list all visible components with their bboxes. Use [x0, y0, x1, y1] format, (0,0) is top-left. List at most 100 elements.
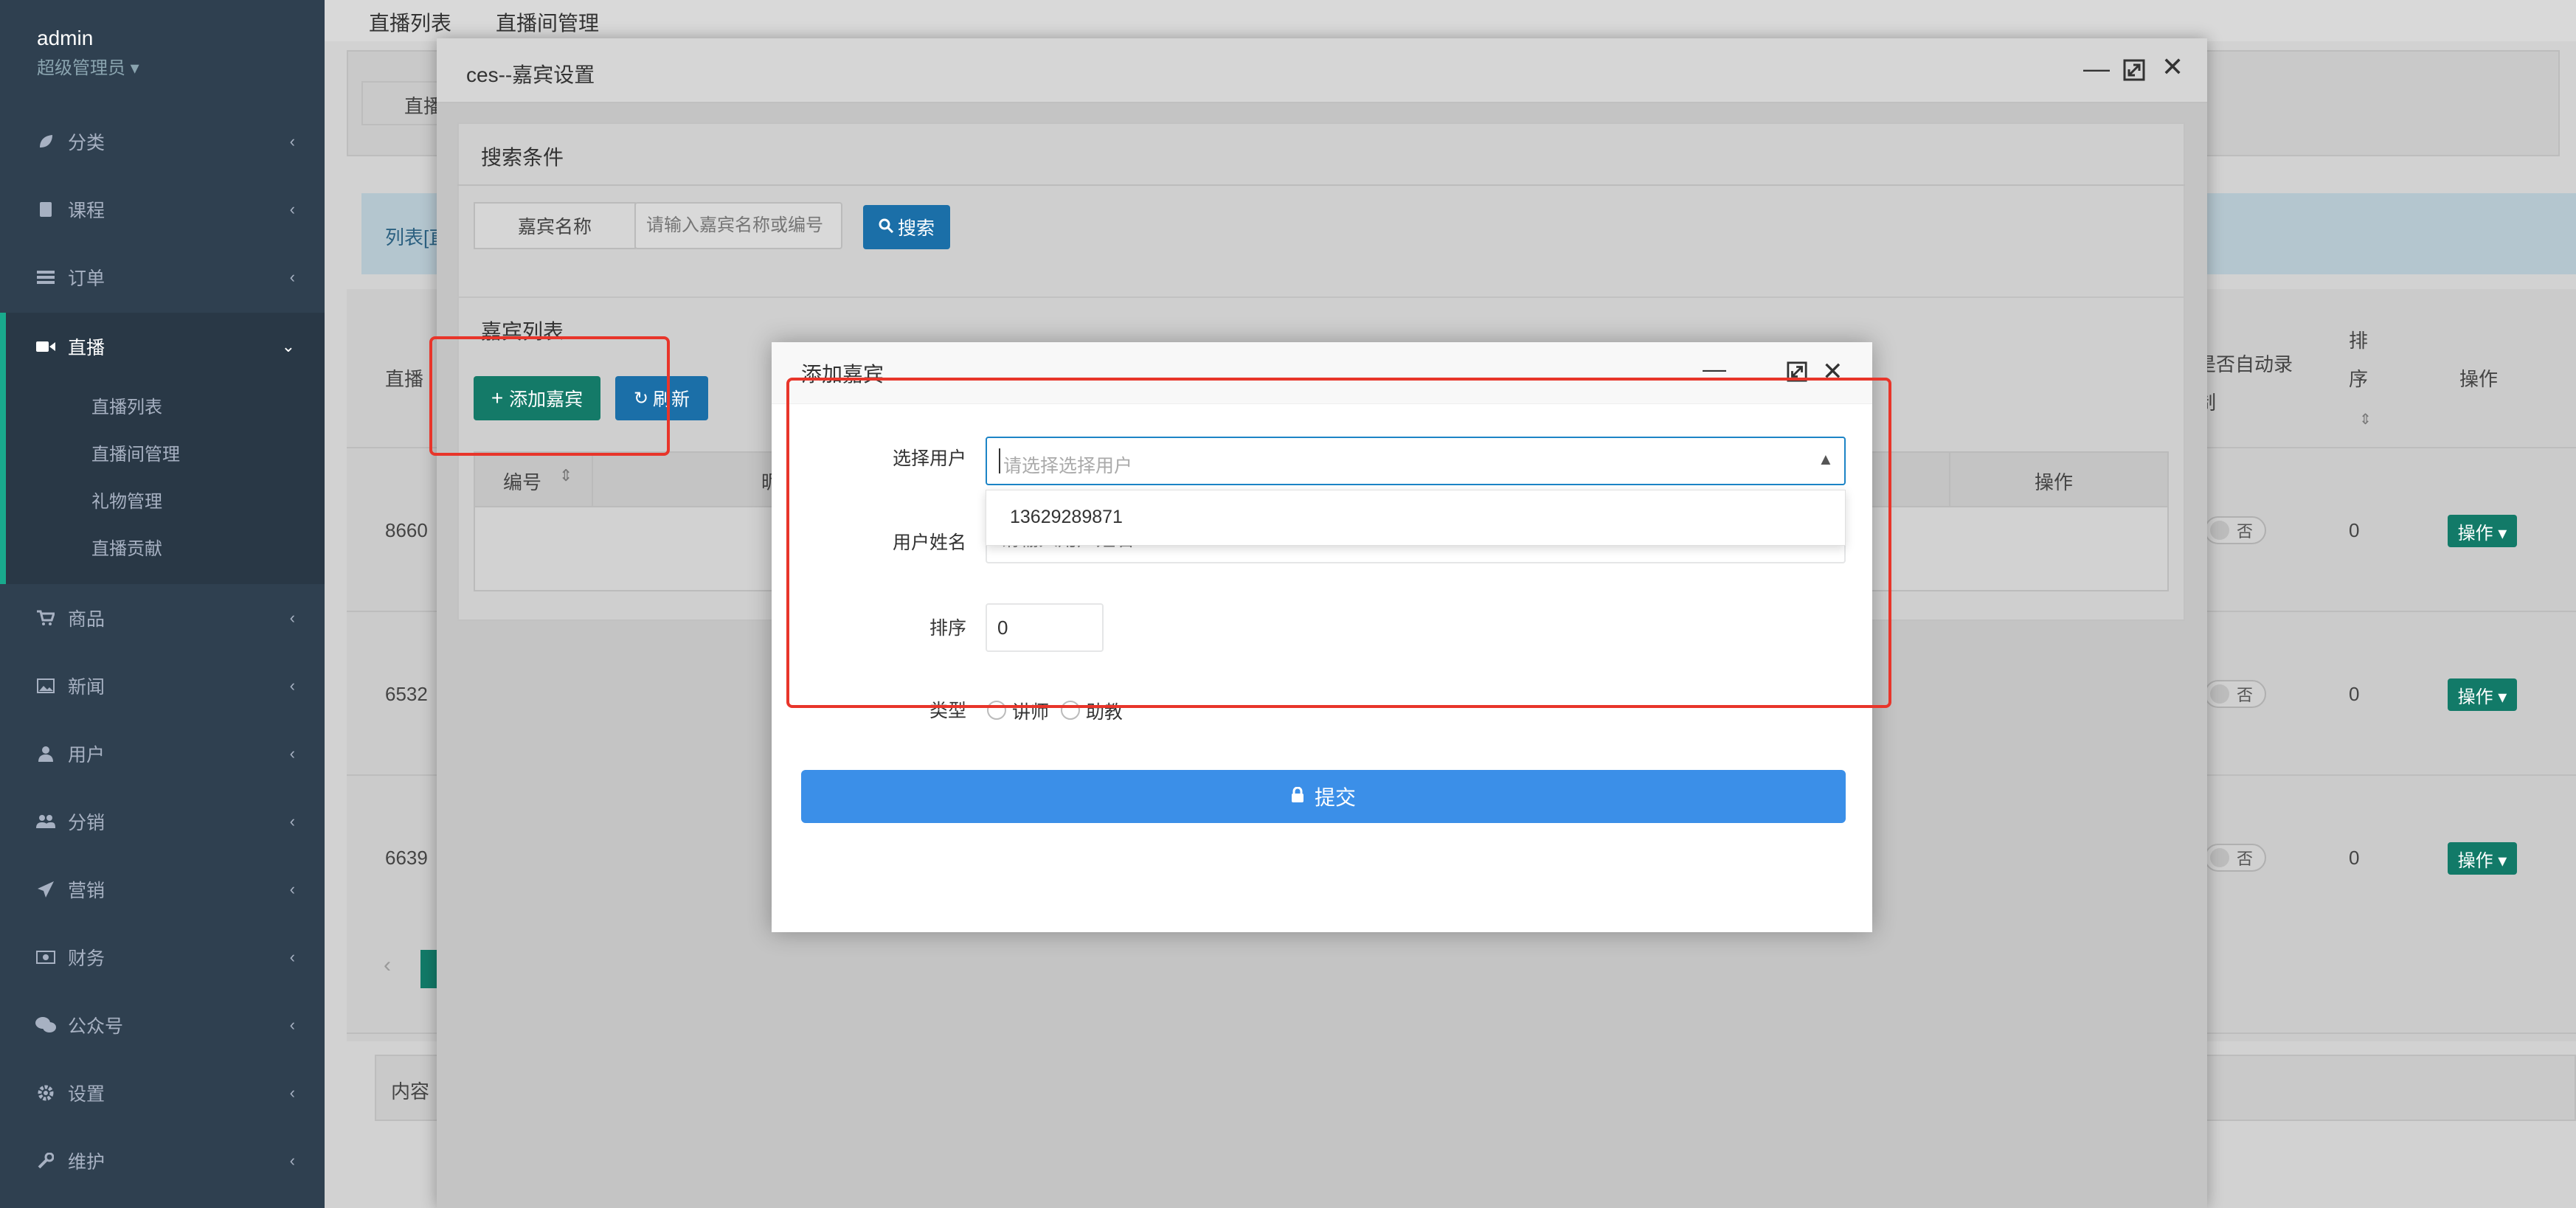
- bg-col-live: 直播: [385, 368, 424, 390]
- chevron-left-icon: ‹: [289, 744, 295, 763]
- sidebar-item-order[interactable]: 订单 ‹: [0, 243, 325, 311]
- money-icon: [35, 947, 56, 968]
- send-icon: [35, 879, 56, 900]
- sort-arrows-icon[interactable]: ⇕: [559, 466, 572, 485]
- sidebar-item-label: 课程: [68, 201, 105, 221]
- bg-row-id: 8660: [385, 519, 428, 541]
- search-button-label: 搜索: [897, 218, 935, 239]
- submit-label: 提交: [1314, 786, 1356, 809]
- col-id-header[interactable]: 编号: [503, 468, 541, 495]
- wrench-icon: [35, 1150, 56, 1171]
- pagination-prev-icon[interactable]: ‹: [384, 953, 391, 978]
- sidebar-item-course[interactable]: 课程 ‹: [0, 176, 325, 243]
- chevron-left-icon: ‹: [289, 200, 295, 218]
- chevron-left-icon: ‹: [289, 132, 295, 150]
- modal-titlebar: [437, 38, 2207, 103]
- sidebar-item-finance[interactable]: 财务 ‹: [0, 923, 325, 991]
- submenu-item-contribution[interactable]: 直播贡献: [91, 534, 162, 560]
- chevron-left-icon: ‹: [289, 1016, 295, 1034]
- top-tab-bar: [325, 0, 2576, 41]
- bg-row-id: 6532: [385, 683, 428, 705]
- bg-row-sort: 0: [2349, 683, 2360, 705]
- sidebar-item-label: 分类: [68, 133, 105, 153]
- sidebar-item-wechat[interactable]: 公众号 ‹: [0, 991, 325, 1059]
- sidebar-item-label: 财务: [68, 948, 105, 969]
- search-label: 嘉宾名称: [474, 202, 636, 249]
- chevron-left-icon: ‹: [289, 1083, 295, 1102]
- bg-row-id: 6639: [385, 847, 428, 869]
- auto-record-toggle[interactable]: 否: [2204, 516, 2266, 544]
- divider: [592, 453, 593, 506]
- row-ops-button[interactable]: 操作 ▾: [2448, 842, 2517, 875]
- sidebar-item-user[interactable]: 用户 ‹: [0, 720, 325, 788]
- list-icon: [35, 267, 56, 288]
- tab-live-room[interactable]: 直播间管理: [496, 7, 599, 37]
- search-section-title: 搜索条件: [481, 146, 564, 169]
- sidebar-item-label: 订单: [68, 268, 105, 289]
- sidebar-item-marketing[interactable]: 营销 ‹: [0, 855, 325, 923]
- sidebar-item-distribution[interactable]: 分销 ‹: [0, 788, 325, 855]
- sidebar-item-settings[interactable]: 设置 ‹: [0, 1059, 325, 1127]
- sidebar-item-category[interactable]: 分类 ‹: [0, 108, 325, 176]
- chevron-left-icon: ‹: [289, 812, 295, 830]
- sidebar-item-label: 直播: [68, 338, 105, 358]
- sidebar-item-label: 维护: [68, 1152, 105, 1173]
- chevron-down-icon: ⌄: [281, 337, 295, 355]
- sidebar-item-label: 设置: [68, 1084, 105, 1105]
- close-icon[interactable]: ✕: [2161, 52, 2184, 83]
- user-icon: [35, 743, 56, 764]
- leaf-icon: [35, 131, 56, 152]
- sidebar-item-news[interactable]: 新闻 ‹: [0, 652, 325, 720]
- sidebar-item-label: 营销: [68, 881, 105, 901]
- bg-row-sort: 0: [2349, 519, 2360, 541]
- sidebar-item-label: 新闻: [68, 677, 105, 698]
- toggle-label: 否: [2237, 686, 2254, 704]
- sidebar-item-maintenance[interactable]: 维护 ‹: [0, 1127, 325, 1195]
- sidebar-item-label: 用户: [68, 745, 105, 766]
- live-submenu: [0, 378, 325, 584]
- pagination-active[interactable]: [420, 950, 438, 988]
- row-ops-button[interactable]: 操作 ▾: [2448, 515, 2517, 547]
- bg-col-autorec: 是否自动录制: [2197, 353, 2293, 414]
- divider: [1949, 453, 1950, 506]
- highlight-form-area: [786, 378, 1891, 708]
- search-button[interactable]: 搜索: [863, 205, 950, 249]
- bg-row-sort: 0: [2349, 847, 2360, 869]
- sidebar-item-label: 公众号: [68, 1016, 124, 1037]
- sidebar-item-live[interactable]: 直播 ⌄: [0, 313, 325, 381]
- sidebar-item-label: 分销: [68, 813, 105, 833]
- user-role-dropdown[interactable]: 超级管理员 ▾: [37, 53, 139, 79]
- sort-arrows-icon[interactable]: ⇕: [2359, 410, 2372, 428]
- bg-col-sort: 排序: [2349, 330, 2369, 390]
- bg-col-ops: 操作: [2459, 368, 2499, 390]
- gear-icon: [35, 1083, 56, 1103]
- submit-button[interactable]: 提交: [801, 770, 1846, 823]
- row-ops-button[interactable]: 操作 ▾: [2448, 678, 2517, 711]
- chevron-left-icon: ‹: [289, 676, 295, 695]
- submenu-item-live-room[interactable]: 直播间管理: [91, 440, 180, 465]
- book-icon: [35, 199, 56, 220]
- toggle-label: 否: [2237, 522, 2254, 541]
- sidebar: admin 超级管理员 ▾ 分类 ‹ 课程 ‹ 订单 ‹ 直播 ⌄ 直播列表 直…: [0, 0, 325, 1208]
- sidebar-item-label: 商品: [68, 609, 105, 630]
- auto-record-toggle[interactable]: 否: [2204, 680, 2266, 708]
- chevron-left-icon: ‹: [289, 1151, 295, 1170]
- auto-record-toggle[interactable]: 否: [2204, 844, 2266, 872]
- image-icon: [35, 676, 56, 696]
- sidebar-item-goods[interactable]: 商品 ‹: [0, 584, 325, 652]
- cart-icon: [35, 608, 56, 628]
- lock-icon: [1291, 785, 1304, 808]
- chevron-left-icon: ‹: [289, 608, 295, 627]
- tab-live-list[interactable]: 直播列表: [369, 7, 451, 37]
- toggle-label: 否: [2237, 850, 2254, 868]
- col-ops-header: 操作: [2035, 471, 2074, 493]
- submenu-item-live-list[interactable]: 直播列表: [91, 392, 162, 418]
- minimize-icon[interactable]: —: [2083, 53, 2110, 84]
- user-name: admin: [37, 27, 94, 49]
- video-camera-icon: [35, 336, 56, 357]
- maximize-icon[interactable]: [2123, 59, 2145, 85]
- wechat-icon: [35, 1015, 56, 1035]
- highlight-add-guest: [429, 336, 670, 456]
- submenu-item-gift[interactable]: 礼物管理: [91, 487, 162, 513]
- guest-search-input[interactable]: [634, 202, 842, 249]
